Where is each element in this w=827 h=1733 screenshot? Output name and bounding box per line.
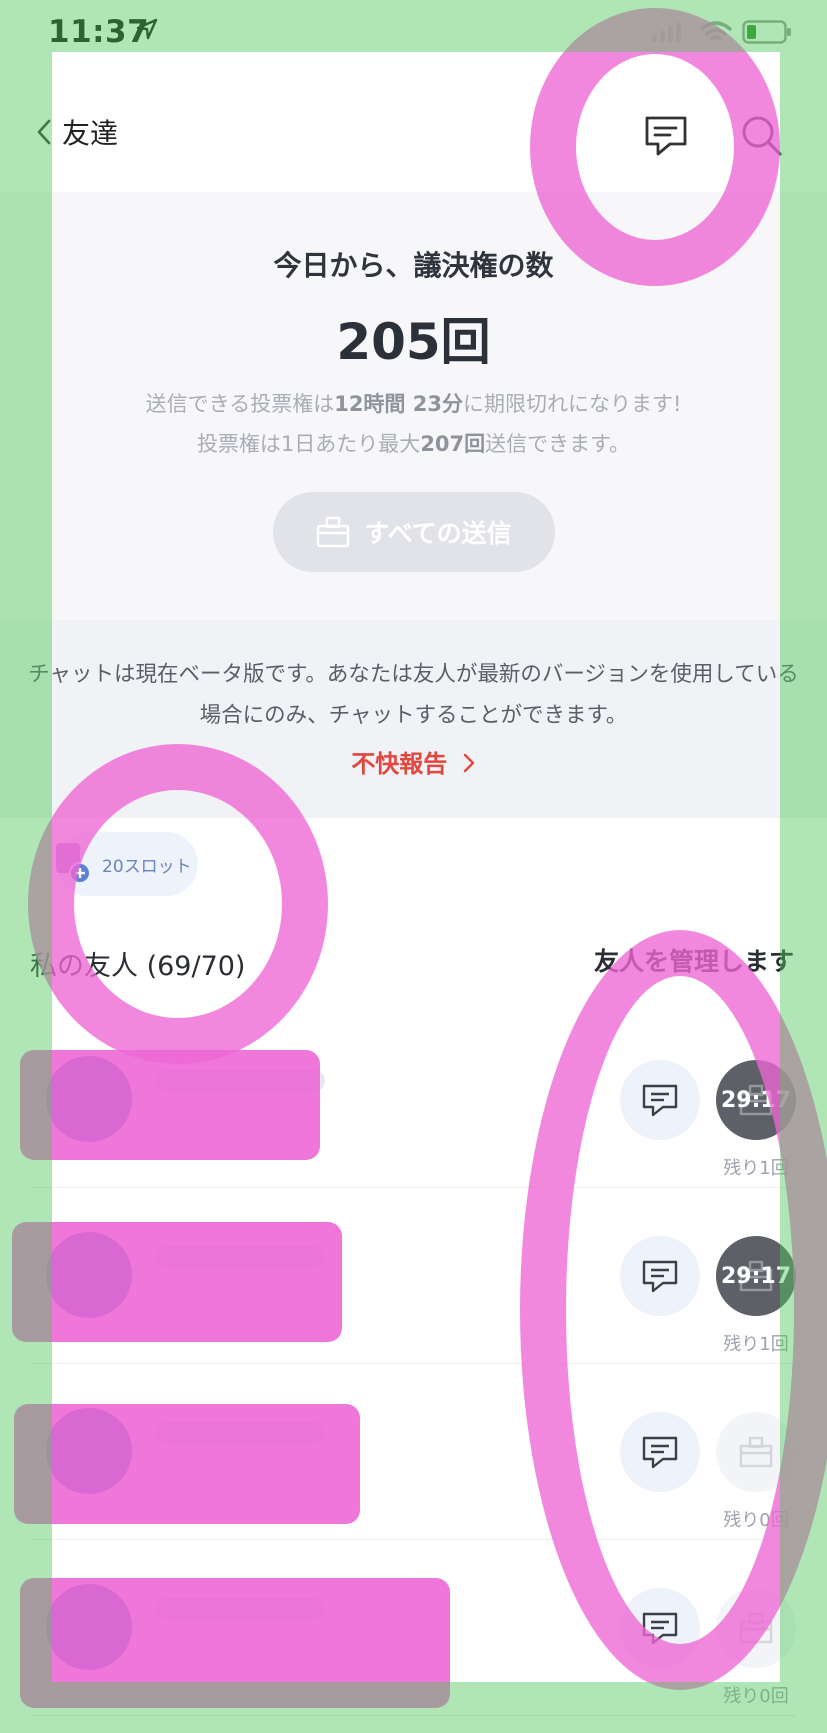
- gift-box-icon: [317, 516, 350, 548]
- vote-limit-info: 投票権は1日あたり最大207回送信できます。: [196, 432, 631, 456]
- chevron-right-icon: [463, 753, 474, 773]
- highlight-circle: [28, 744, 328, 1064]
- report-label: 不快報告: [351, 750, 448, 778]
- vote-expiry-info: 送信できる投票権は12時間 23分に期限切れになります!: [145, 392, 682, 416]
- redaction-scribble: [20, 1050, 320, 1160]
- highlight-band: [0, 1682, 827, 1733]
- redaction-scribble: [14, 1404, 360, 1524]
- highlight-band: [780, 52, 827, 1682]
- send-all-label: すべての送信: [364, 519, 512, 548]
- beta-notice-text: チャットは現在ベータ版です。あなたは友人が最新のバージョンを使用している場合にの…: [28, 662, 799, 728]
- highlight-band: [0, 52, 52, 1682]
- back-label: 友達: [62, 117, 119, 150]
- highlight-band: [0, 0, 827, 52]
- send-all-button[interactable]: すべての送信: [273, 492, 555, 572]
- vote-count: 205回: [336, 313, 491, 371]
- redaction-scribble: [12, 1222, 342, 1342]
